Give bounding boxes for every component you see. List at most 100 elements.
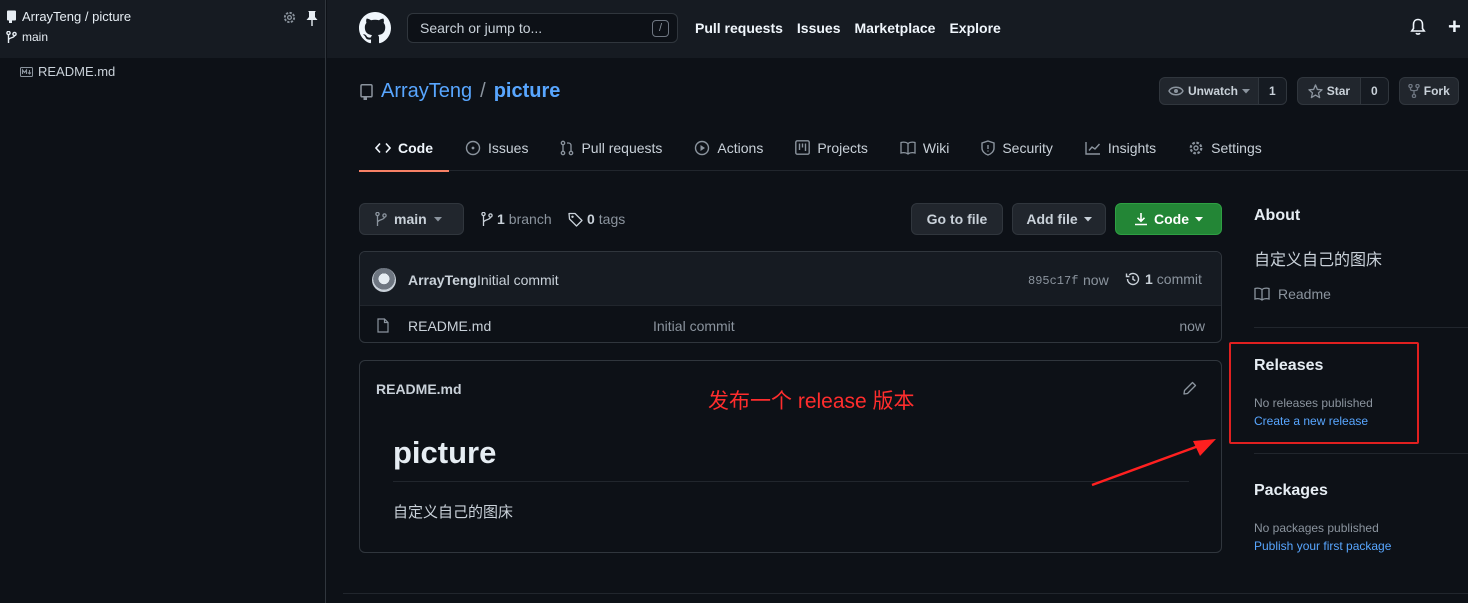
tab-issues-label: Issues	[488, 139, 529, 156]
repo-owner-link[interactable]: ArrayTeng	[381, 80, 472, 103]
gear-icon[interactable]	[282, 10, 297, 25]
commit-count: 1	[1145, 271, 1153, 287]
tab-security[interactable]: Security	[965, 124, 1069, 171]
readme-filename[interactable]: README.md	[376, 381, 462, 397]
tree-file-item[interactable]: README.md	[0, 58, 325, 79]
go-to-file-button[interactable]: Go to file	[911, 203, 1003, 235]
tab-actions[interactable]: Actions	[678, 124, 779, 171]
caret-down-icon	[1083, 216, 1092, 221]
commit-sha[interactable]: 895c17f	[1028, 274, 1078, 288]
tab-insights-label: Insights	[1107, 139, 1157, 156]
sidebar-divider	[1254, 327, 1468, 328]
file-row[interactable]: README.md Initial commit now	[360, 306, 1221, 342]
code-download-button[interactable]: Code	[1115, 203, 1222, 235]
file-icon	[377, 318, 389, 333]
annotation-highlight-box	[1229, 342, 1419, 444]
global-nav: Pull requests Issues Marketplace Explore	[695, 20, 1015, 36]
book-icon	[1254, 287, 1270, 301]
tag-word: tags	[598, 211, 626, 227]
file-list-box: ArrayTeng Initial commit 895c17f now 1 c…	[359, 251, 1222, 343]
tab-insights[interactable]: Insights	[1069, 124, 1172, 171]
commit-message[interactable]: Initial commit	[477, 272, 559, 288]
tab-projects[interactable]: Projects	[779, 124, 884, 171]
tag-count: 0	[587, 211, 595, 227]
pencil-icon[interactable]	[1183, 381, 1197, 395]
fork-label: Fork	[1423, 84, 1450, 98]
branch-count: 1	[497, 211, 505, 227]
repo-name-link[interactable]: picture	[494, 80, 561, 103]
file-tree-header: ArrayTeng / picture main	[0, 0, 325, 58]
repo-icon	[360, 83, 373, 100]
branches-link[interactable]: 1 branch	[481, 211, 552, 227]
eye-icon	[1168, 86, 1184, 96]
packages-empty-text: No packages published	[1254, 521, 1379, 535]
create-new-button[interactable]: +	[1448, 18, 1468, 36]
code-button-label: Code	[1154, 211, 1189, 227]
watchers-count[interactable]: 1	[1258, 78, 1286, 104]
pin-icon[interactable]	[305, 10, 319, 26]
file-tree-panel: ArrayTeng / picture main README.md	[0, 0, 326, 603]
nav-marketplace[interactable]: Marketplace	[855, 20, 936, 36]
commit-author[interactable]: ArrayTeng	[408, 272, 477, 288]
tab-wiki[interactable]: Wiki	[884, 124, 965, 171]
latest-commit-row: ArrayTeng Initial commit 895c17f now 1 c…	[360, 252, 1221, 306]
tree-branch[interactable]: main	[6, 30, 325, 44]
github-logo-icon[interactable]	[359, 12, 391, 44]
global-header: Search or jump to... / Pull requests Iss…	[327, 0, 1468, 58]
file-name[interactable]: README.md	[408, 318, 491, 334]
search-shortcut-key: /	[652, 20, 669, 37]
graph-icon	[1085, 141, 1100, 155]
tab-settings[interactable]: Settings	[1172, 124, 1278, 171]
file-commit-time: now	[1179, 318, 1205, 334]
annotation-text: 发布一个 release 版本	[708, 390, 915, 413]
avatar[interactable]	[372, 268, 396, 292]
download-icon	[1135, 213, 1147, 226]
file-commit-message[interactable]: Initial commit	[653, 318, 735, 334]
branch-select-label: main	[394, 211, 427, 227]
book-icon	[900, 141, 916, 155]
sidebar-divider	[1254, 453, 1468, 454]
tab-pull-requests[interactable]: Pull requests	[544, 124, 678, 171]
tab-security-label: Security	[1002, 139, 1053, 156]
caret-down-icon	[1195, 216, 1203, 221]
commits-link[interactable]: 1 commit	[1125, 271, 1202, 287]
search-placeholder: Search or jump to...	[420, 20, 543, 36]
tab-projects-label: Projects	[817, 139, 868, 156]
repo-tabs: Code Issues Pull requests Actions Projec…	[359, 124, 1468, 172]
fork-icon	[1407, 84, 1420, 98]
readme-link[interactable]: Readme	[1254, 286, 1331, 302]
readme-link-label: Readme	[1278, 286, 1331, 302]
tree-header-icons	[282, 10, 319, 26]
publish-package-link[interactable]: Publish your first package	[1254, 539, 1391, 553]
history-icon	[1125, 272, 1140, 286]
play-icon	[695, 140, 710, 155]
star-icon	[1307, 83, 1323, 98]
tree-repo-link[interactable]: ArrayTeng / picture	[6, 9, 325, 24]
star-button[interactable]: Star	[1298, 78, 1360, 104]
unwatch-button[interactable]: Unwatch	[1160, 78, 1258, 104]
nav-issues[interactable]: Issues	[797, 20, 841, 36]
tags-link[interactable]: 0 tags	[568, 211, 625, 227]
commit-word: commit	[1156, 271, 1202, 287]
tag-icon	[568, 212, 583, 227]
code-icon	[375, 142, 391, 153]
tab-pull-requests-label: Pull requests	[581, 139, 663, 156]
tab-wiki-label: Wiki	[922, 139, 950, 156]
about-description: 自定义自己的图床	[1254, 252, 1383, 269]
add-file-button[interactable]: Add file	[1012, 203, 1106, 235]
tab-code[interactable]: Code	[359, 124, 449, 172]
header-right-icons: +	[1410, 18, 1468, 36]
nav-explore[interactable]: Explore	[949, 20, 1000, 36]
markdown-file-icon	[20, 66, 33, 77]
stars-count[interactable]: 0	[1360, 78, 1388, 104]
branch-select-button[interactable]: main	[359, 203, 464, 235]
bell-icon[interactable]	[1410, 18, 1426, 36]
repo-actions: Unwatch 1 Star 0 Fork	[1159, 77, 1459, 105]
annotation-arrow-icon	[1091, 439, 1216, 487]
tree-repo-name: ArrayTeng / picture	[22, 9, 132, 24]
tab-issues[interactable]: Issues	[449, 124, 544, 171]
nav-pull-requests[interactable]: Pull requests	[695, 20, 783, 36]
search-input[interactable]: Search or jump to... /	[407, 13, 678, 43]
fork-button[interactable]: Fork	[1400, 78, 1458, 104]
packages-heading[interactable]: Packages	[1254, 482, 1328, 500]
